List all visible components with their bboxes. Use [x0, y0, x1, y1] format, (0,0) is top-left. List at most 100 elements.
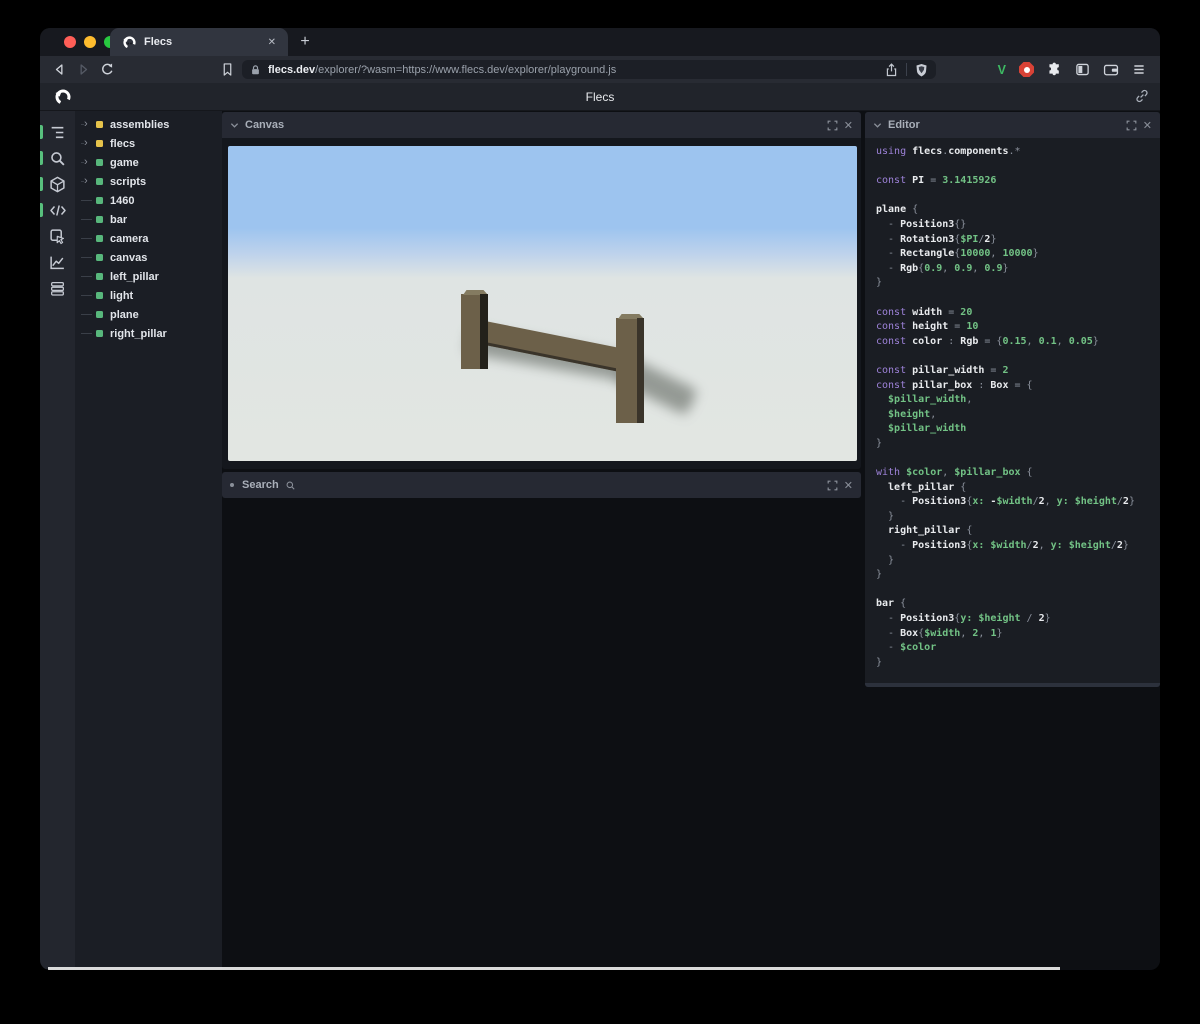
bookmark-button[interactable] — [217, 59, 238, 80]
tree-item-label: left_pillar — [110, 270, 159, 283]
code-line: } — [876, 656, 883, 668]
chevron-right-icon[interactable]: › — [84, 153, 88, 172]
tree-item[interactable]: › right_pillar — [81, 324, 222, 343]
tree-item[interactable]: › flecs — [81, 134, 222, 153]
panel-title: Canvas — [245, 119, 285, 131]
tree-guide-line — [81, 238, 92, 239]
collapse-chevron-icon[interactable] — [873, 121, 882, 130]
tree-item[interactable]: › left_pillar — [81, 267, 222, 286]
entity-color-dot — [96, 330, 103, 337]
code-line: const pillar_width = 2 — [876, 364, 1009, 376]
extensions-button[interactable] — [1047, 62, 1062, 77]
menu-button hamburger-icon[interactable] — [1132, 63, 1146, 76]
close-button close-icon[interactable]: ✕ — [844, 479, 853, 492]
tree-guide-line — [81, 219, 92, 220]
code-icon — [49, 204, 66, 216]
entity-color-dot — [96, 273, 103, 280]
chevron-right-icon[interactable]: › — [84, 134, 88, 153]
rail-item-tables[interactable] — [40, 275, 75, 301]
back-button[interactable] — [49, 59, 70, 80]
rail-item-world[interactable] — [40, 171, 75, 197]
search-panel-header[interactable]: Search ✕ — [222, 472, 861, 498]
code-line: const height = 10 — [876, 321, 979, 333]
rail-item-stats[interactable] — [40, 249, 75, 275]
collapse-chevron-icon[interactable] — [230, 121, 239, 130]
url-path: /explorer/?wasm=https://www.flecs.dev/ex… — [315, 63, 617, 76]
blocker-extension-button[interactable] — [1019, 62, 1034, 77]
code-line: - $color — [876, 642, 937, 654]
code-line: - Box{$width, 2, 1} — [876, 627, 1003, 639]
flecs-favicon-icon — [122, 35, 137, 50]
tree-item[interactable]: › game — [81, 153, 222, 172]
rail-item-query[interactable] — [40, 145, 75, 171]
pillar-side-face — [480, 294, 488, 369]
tree-item[interactable]: › scripts — [81, 172, 222, 191]
code-line: - Position3{y: $height / 2} — [876, 613, 1051, 624]
chevron-right-icon[interactable]: › — [84, 115, 88, 134]
entity-color-dot — [96, 159, 103, 166]
vimium-extension-button[interactable]: V — [998, 63, 1006, 77]
code-line: - Rotation3{$PI/2} — [876, 233, 997, 245]
code-line: - Position3{x: $width/2, y: $height/2} — [876, 540, 1129, 552]
rail-item-scripts[interactable] — [40, 197, 75, 223]
rail-item-inspect[interactable] — [40, 223, 75, 249]
code-line: } — [876, 569, 883, 581]
editor-panel-header[interactable]: Editor ✕ — [865, 112, 1160, 138]
desktop: Flecs ✕ + flecs.dev/explorer/?wasm=https… — [0, 0, 1200, 1024]
entity-color-dot — [96, 292, 103, 299]
tree-item[interactable]: › light — [81, 286, 222, 305]
traffic-close-button[interactable] — [64, 36, 76, 48]
code-line: } — [876, 554, 895, 566]
expand-button fullscreen-icon[interactable] — [827, 480, 838, 491]
search-panel: Search ✕ — [222, 472, 861, 498]
toolbar-separator — [906, 63, 907, 76]
tree-item[interactable]: › assemblies — [81, 115, 222, 134]
entity-color-dot — [96, 254, 103, 261]
tree-item[interactable]: › camera — [81, 229, 222, 248]
traffic-minimize-button[interactable] — [84, 36, 96, 48]
entity-color-dot — [96, 197, 103, 204]
tab-title: Flecs — [144, 36, 173, 48]
reload-button[interactable] — [97, 59, 118, 80]
code-editor[interactable]: using flecs.components.* const PI = 3.14… — [865, 138, 1160, 676]
panel-title: Search — [242, 479, 279, 491]
three-d-canvas[interactable] — [228, 146, 857, 461]
browser-tab[interactable]: Flecs ✕ — [110, 28, 288, 56]
chevron-right-icon[interactable]: › — [84, 172, 88, 191]
tree-item-label: bar — [110, 213, 128, 226]
brave-shield-button[interactable] — [915, 63, 928, 77]
permalink-button[interactable] — [1134, 88, 1150, 104]
wallet-button[interactable] — [1103, 63, 1119, 77]
active-indicator — [40, 177, 43, 191]
tree-item[interactable]: › bar — [81, 210, 222, 229]
expand-button fullscreen-icon[interactable] — [1126, 120, 1137, 131]
expand-button fullscreen-icon[interactable] — [827, 120, 838, 131]
code-line: with $color, $pillar_box { — [876, 467, 1033, 479]
tree-item-label: game — [110, 156, 139, 169]
window-bottom-edge — [48, 967, 1060, 970]
tree-guide-line — [81, 276, 92, 277]
share-button[interactable] — [885, 62, 898, 77]
collapsed-bullet-icon[interactable] — [230, 483, 234, 487]
code-line: right_pillar { — [876, 525, 973, 537]
new-tab-button[interactable]: + — [294, 31, 316, 53]
tree-item[interactable]: › canvas — [81, 248, 222, 267]
app-header: Flecs — [40, 83, 1160, 111]
tree-guide-line — [81, 295, 92, 296]
rail-item-entities[interactable] — [40, 119, 75, 145]
canvas-panel-header[interactable]: Canvas ✕ — [222, 112, 861, 138]
forward-button[interactable] — [73, 59, 94, 80]
address-bar[interactable]: flecs.dev/explorer/?wasm=https://www.fle… — [242, 60, 936, 79]
page-title: Flecs — [585, 90, 615, 104]
tree-guide-line — [81, 200, 92, 201]
close-button close-icon[interactable]: ✕ — [1143, 119, 1152, 132]
entity-color-dot — [96, 140, 103, 147]
tree-item[interactable]: › plane — [81, 305, 222, 324]
tab-close-icon[interactable]: ✕ — [264, 35, 280, 50]
editor-resize-handle[interactable] — [865, 683, 1160, 687]
panel-title: Editor — [888, 119, 920, 131]
sidebar-toggle-button[interactable] — [1075, 62, 1090, 77]
tree-item[interactable]: › 1460 — [81, 191, 222, 210]
close-button close-icon[interactable]: ✕ — [844, 119, 853, 132]
